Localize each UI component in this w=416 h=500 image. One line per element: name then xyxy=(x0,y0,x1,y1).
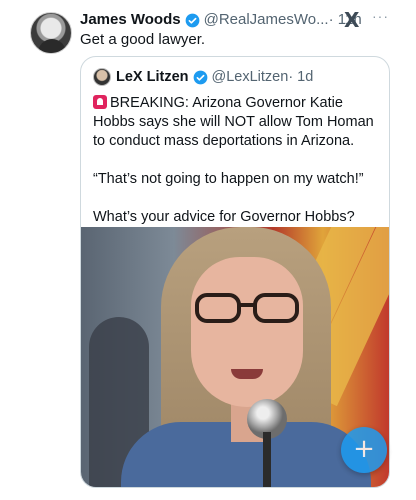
tweet-header: James Woods @RealJamesWo... · 11h xyxy=(80,10,362,30)
compose-button[interactable]: + xyxy=(341,427,387,473)
quoted-author-name: LeX Litzen xyxy=(116,69,189,85)
siren-icon xyxy=(93,95,107,109)
author-handle[interactable]: @RealJamesWo... xyxy=(204,10,329,30)
quoted-paragraph-3: What’s your advice for Governor Hobbs? xyxy=(93,209,355,225)
speaker-mouth xyxy=(231,369,263,379)
author-avatar[interactable] xyxy=(30,12,72,54)
quoted-paragraph-2: “That’s not going to happen on my watch!… xyxy=(93,171,364,187)
verified-badge-icon xyxy=(185,13,199,27)
quoted-tweet-text: BREAKING: Arizona Governor Katie Hobbs s… xyxy=(93,93,383,246)
tweet[interactable]: James Woods @RealJamesWo... · 11h X ··· … xyxy=(0,0,416,500)
quoted-paragraph-1: BREAKING: Arizona Governor Katie Hobbs s… xyxy=(93,95,374,149)
quoted-author-avatar[interactable] xyxy=(93,68,111,86)
quoted-tweet-time: · 1d xyxy=(288,69,314,85)
quoted-tweet-header: LeX Litzen @LexLitzen · 1d xyxy=(93,67,313,87)
author-name[interactable]: James Woods xyxy=(80,10,181,30)
verified-badge-icon xyxy=(193,70,207,84)
grok-icon[interactable]: X xyxy=(344,8,360,32)
tweet-text: Get a good lawyer. xyxy=(80,31,206,48)
more-options-icon[interactable]: ··· xyxy=(372,8,389,24)
quoted-tweet[interactable]: LeX Litzen @LexLitzen · 1d BREAKING: Ari… xyxy=(80,56,390,488)
quoted-author-handle: @LexLitzen xyxy=(211,69,289,85)
speaker-face xyxy=(191,257,303,407)
microphone-stand xyxy=(263,432,271,487)
glasses xyxy=(195,293,299,325)
